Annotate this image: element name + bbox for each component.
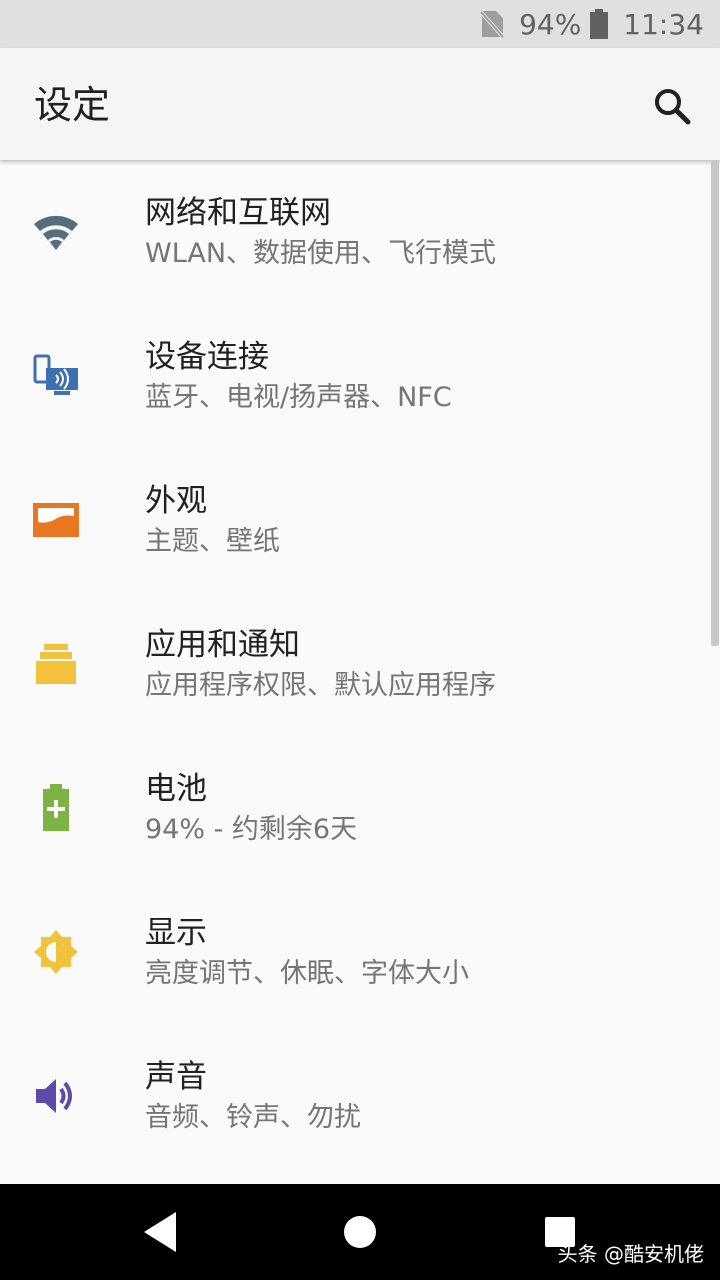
app-bar: 设定 — [0, 48, 720, 160]
settings-item-summary: 蓝牙、电视/扬声器、NFC — [145, 382, 452, 413]
battery-icon — [589, 9, 609, 39]
settings-item-apps[interactable]: 应用和通知 应用程序权限、默认应用程序 — [0, 592, 720, 736]
settings-item-sound[interactable]: 声音 音频、铃声、勿扰 — [0, 1024, 720, 1168]
settings-item-connected-devices[interactable]: 设备连接 蓝牙、电视/扬声器、NFC — [0, 304, 720, 448]
navigation-bar: 头条 @酷安机佬 — [0, 1184, 720, 1280]
watermark: 头条 @酷安机佬 — [557, 1242, 704, 1266]
settings-item-summary: 应用程序权限、默认应用程序 — [145, 670, 496, 701]
settings-item-summary: 94% - 约剩余6天 — [145, 814, 358, 845]
volume-icon — [28, 1068, 84, 1124]
settings-item-display[interactable]: 显示 亮度调节、休眠、字体大小 — [0, 880, 720, 1024]
devices-icon — [28, 348, 84, 404]
wifi-icon — [28, 204, 84, 260]
settings-item-title: 外观 — [145, 483, 207, 519]
settings-item-appearance[interactable]: 外观 主题、壁纸 — [0, 448, 720, 592]
search-button[interactable] — [646, 80, 698, 132]
page-title: 设定 — [34, 83, 111, 127]
home-button[interactable] — [330, 1202, 390, 1262]
settings-item-title: 电池 — [145, 771, 207, 807]
settings-item-summary: WLAN、数据使用、飞行模式 — [145, 238, 497, 269]
settings-item-title: 显示 — [145, 915, 207, 951]
settings-item-title: 网络和互联网 — [145, 195, 331, 231]
clock: 11:34 — [623, 7, 704, 41]
no-sim-icon — [479, 9, 506, 39]
settings-item-network[interactable]: 网络和互联网 WLAN、数据使用、飞行模式 — [0, 160, 720, 304]
appearance-icon — [28, 492, 84, 548]
battery-percent: 94% — [519, 7, 582, 41]
back-button[interactable] — [130, 1202, 190, 1262]
battery-plus-icon — [28, 780, 84, 836]
apps-icon — [28, 636, 84, 692]
home-icon — [344, 1216, 376, 1248]
settings-item-title: 设备连接 — [145, 339, 269, 375]
scrollbar[interactable] — [711, 160, 719, 646]
settings-item-title: 应用和通知 — [145, 627, 300, 663]
settings-item-battery[interactable]: 电池 94% - 约剩余6天 — [0, 736, 720, 880]
settings-item-title: 声音 — [145, 1059, 207, 1095]
status-bar: 94% 11:34 — [0, 0, 720, 48]
settings-item-summary: 主题、壁纸 — [145, 526, 280, 557]
settings-item-summary: 亮度调节、休眠、字体大小 — [145, 958, 469, 989]
brightness-icon — [28, 924, 84, 980]
settings-list: 网络和互联网 WLAN、数据使用、飞行模式 设备连接 蓝牙、电视/扬声器、NFC… — [0, 160, 720, 1184]
back-icon — [144, 1212, 176, 1252]
search-icon — [655, 89, 691, 125]
settings-item-summary: 音频、铃声、勿扰 — [145, 1102, 361, 1133]
